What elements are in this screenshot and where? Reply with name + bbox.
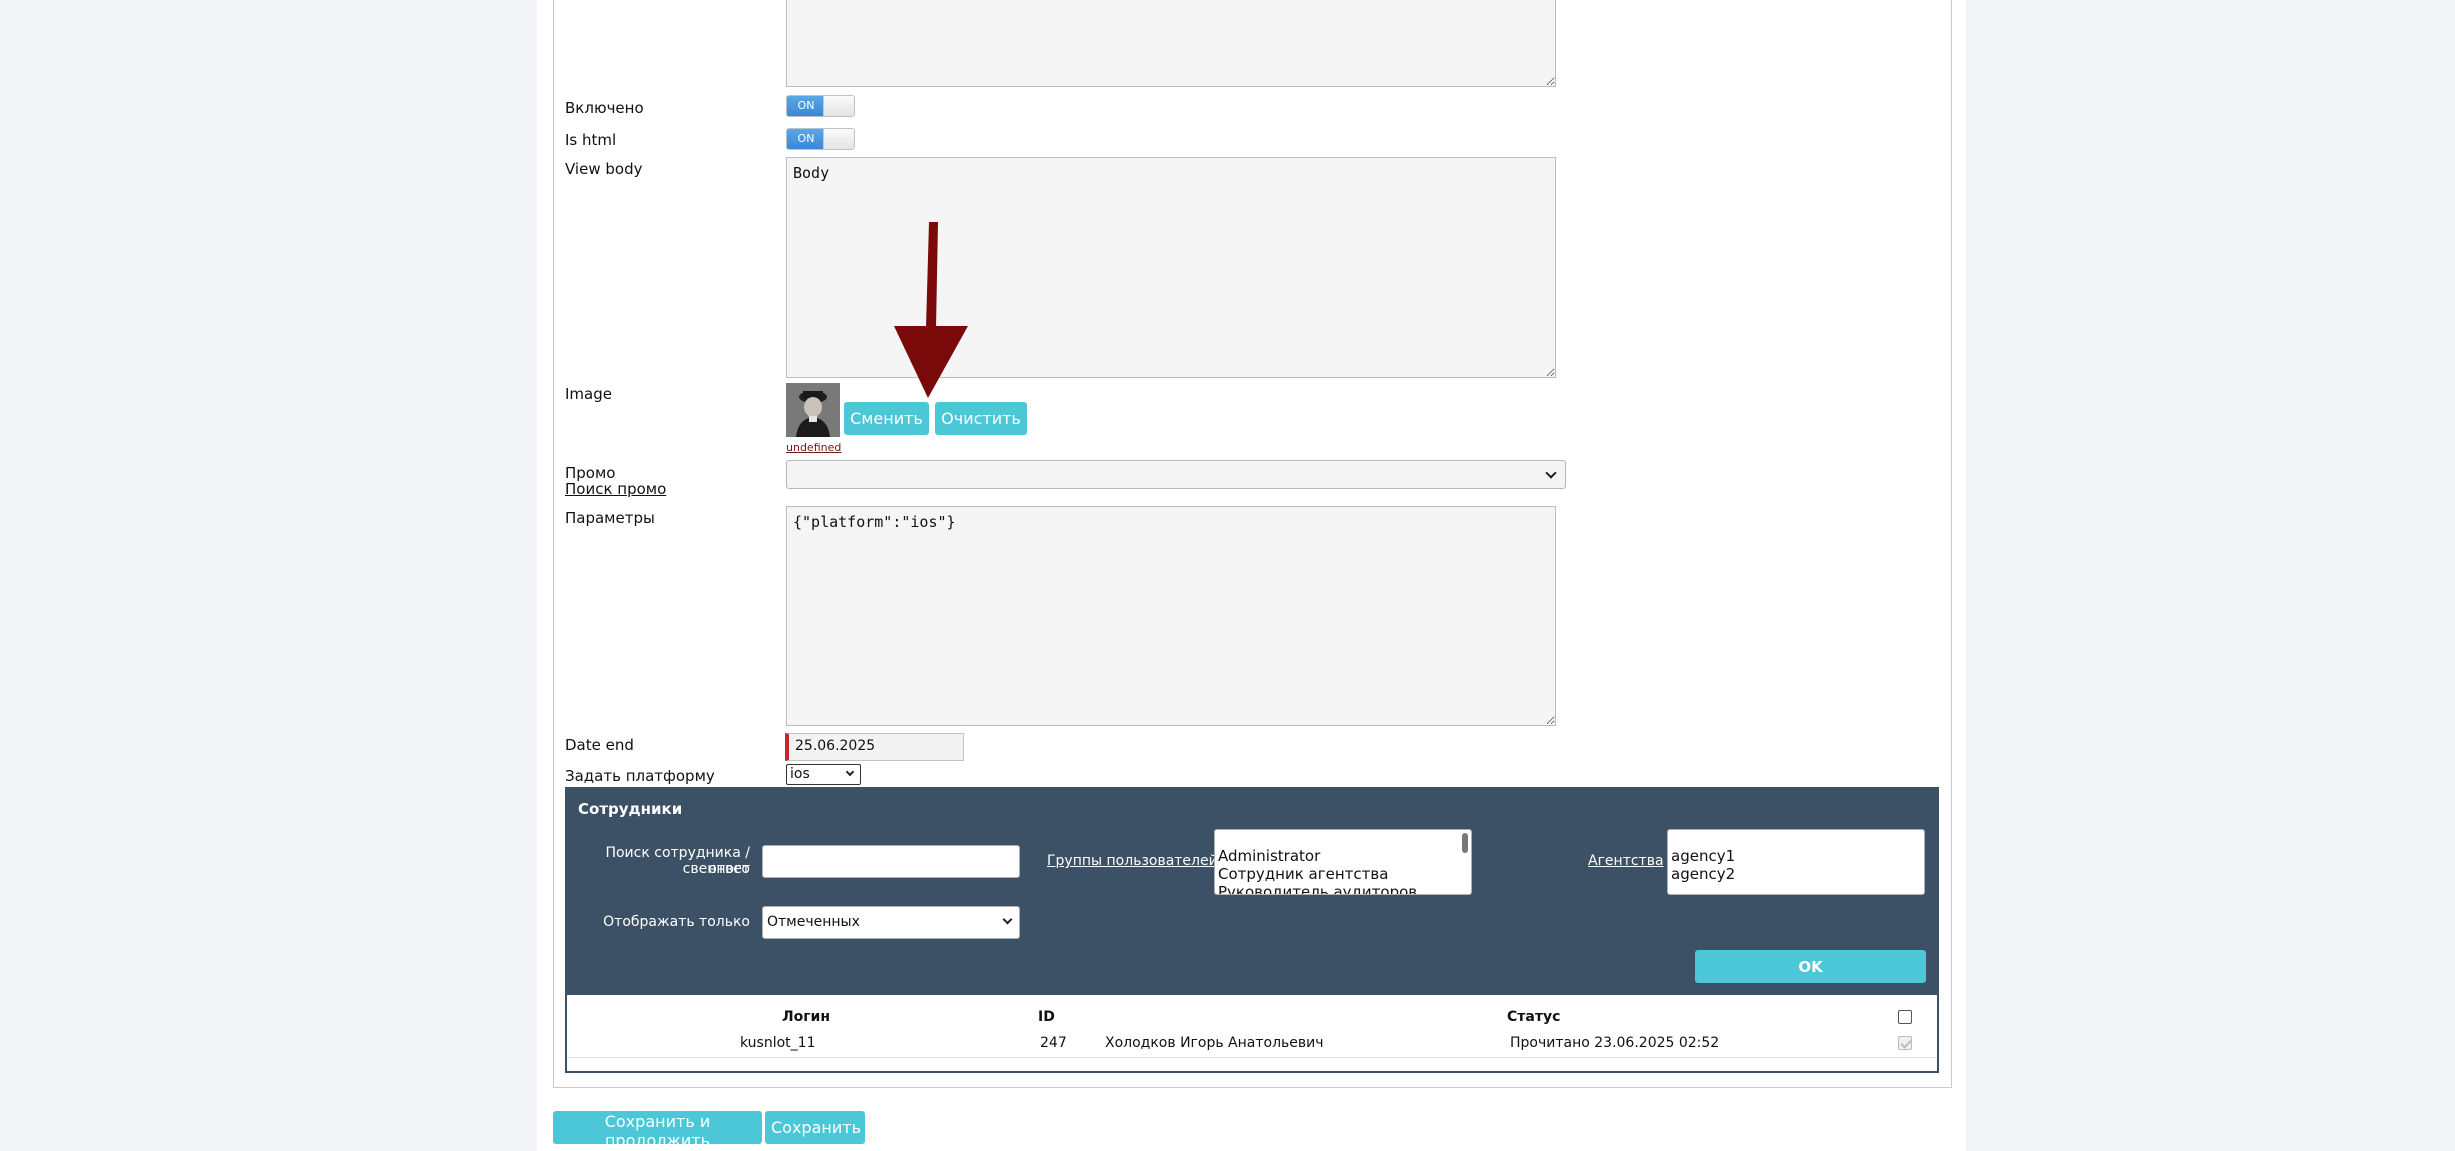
is-html-toggle[interactable]: ON [786,128,855,150]
table-row[interactable]: kusnlot_11 247 Холодков Игорь Анатольеви… [567,1030,1937,1058]
user-group-option[interactable]: Руководитель аудиторов [1218,883,1468,894]
annotation-arrow [894,222,968,398]
image-change-button[interactable]: Сменить [844,402,929,435]
listbox-scrollbar-thumb[interactable] [1462,833,1468,853]
column-header-status: Статус [1507,1009,1561,1025]
employee-search-input[interactable] [762,845,1020,878]
user-groups-link[interactable]: Группы пользователей [1047,853,1218,869]
row-checkbox[interactable] [1898,1036,1912,1050]
promo-select[interactable] [786,460,1566,489]
row-status: Прочитано 23.06.2025 02:52 [1510,1035,1720,1051]
view-body-label: View body [565,160,643,178]
date-end-value: 25.06.2025 [795,738,876,754]
enabled-toggle-on-text: ON [787,96,825,116]
user-groups-listbox[interactable]: Administrator Сотрудник агентства Руково… [1214,829,1472,895]
chevron-down-icon [845,767,855,777]
agencies-link[interactable]: Агентства [1588,853,1664,869]
text-area-top[interactable] [786,0,1556,87]
promo-search-link[interactable]: Поиск промо [565,480,666,498]
platform-value: ios [790,766,810,782]
save-continue-button[interactable]: Сохранить и продолжить [553,1111,762,1150]
date-end-input[interactable]: 25.06.2025 [785,733,964,761]
enabled-toggle-knob [823,96,854,116]
is-html-toggle-knob [823,129,854,149]
user-group-option[interactable]: Сотрудник агентства [1218,865,1468,883]
employees-title: Сотрудники [578,800,683,818]
date-end-label: Date end [565,736,634,754]
select-all-checkbox[interactable] [1898,1010,1912,1024]
agency-option[interactable]: agency1 [1671,847,1921,865]
enabled-label: Включено [565,99,644,117]
show-only-value: Отмеченных [767,914,860,930]
params-textarea[interactable]: {"platform":"ios"} [786,506,1556,726]
image-clear-button[interactable]: Очистить [935,402,1027,435]
user-group-option[interactable]: Administrator [1218,847,1468,865]
agency-option[interactable]: agency2 [1671,865,1921,883]
ok-button[interactable]: OK [1695,950,1926,983]
params-label: Параметры [565,509,655,527]
row-login: kusnlot_11 [740,1035,816,1051]
platform-select[interactable]: ios [786,764,861,785]
is-html-label: Is html [565,131,617,149]
agencies-listbox[interactable]: agency1 agency2 [1667,829,1925,895]
is-html-toggle-on-text: ON [787,129,825,149]
image-thumbnail [786,383,840,437]
column-header-id: ID [1038,1009,1055,1025]
image-label: Image [565,385,612,403]
row-id: 247 [1040,1035,1067,1051]
employee-search-label-line2: свенного [682,861,750,877]
image-link[interactable]: undefined [786,441,841,454]
platform-label: Задать платформу [565,767,715,785]
save-button[interactable]: Сохранить [765,1111,865,1144]
row-name: Холодков Игорь Анатольевич [1105,1035,1324,1051]
enabled-toggle[interactable]: ON [786,95,855,117]
column-header-login: Логин [782,1009,831,1025]
show-only-select[interactable]: Отмеченных [762,906,1020,939]
chevron-down-icon [1002,914,1013,925]
show-only-label: Отображать только [603,914,750,930]
chevron-down-icon [1545,467,1557,479]
